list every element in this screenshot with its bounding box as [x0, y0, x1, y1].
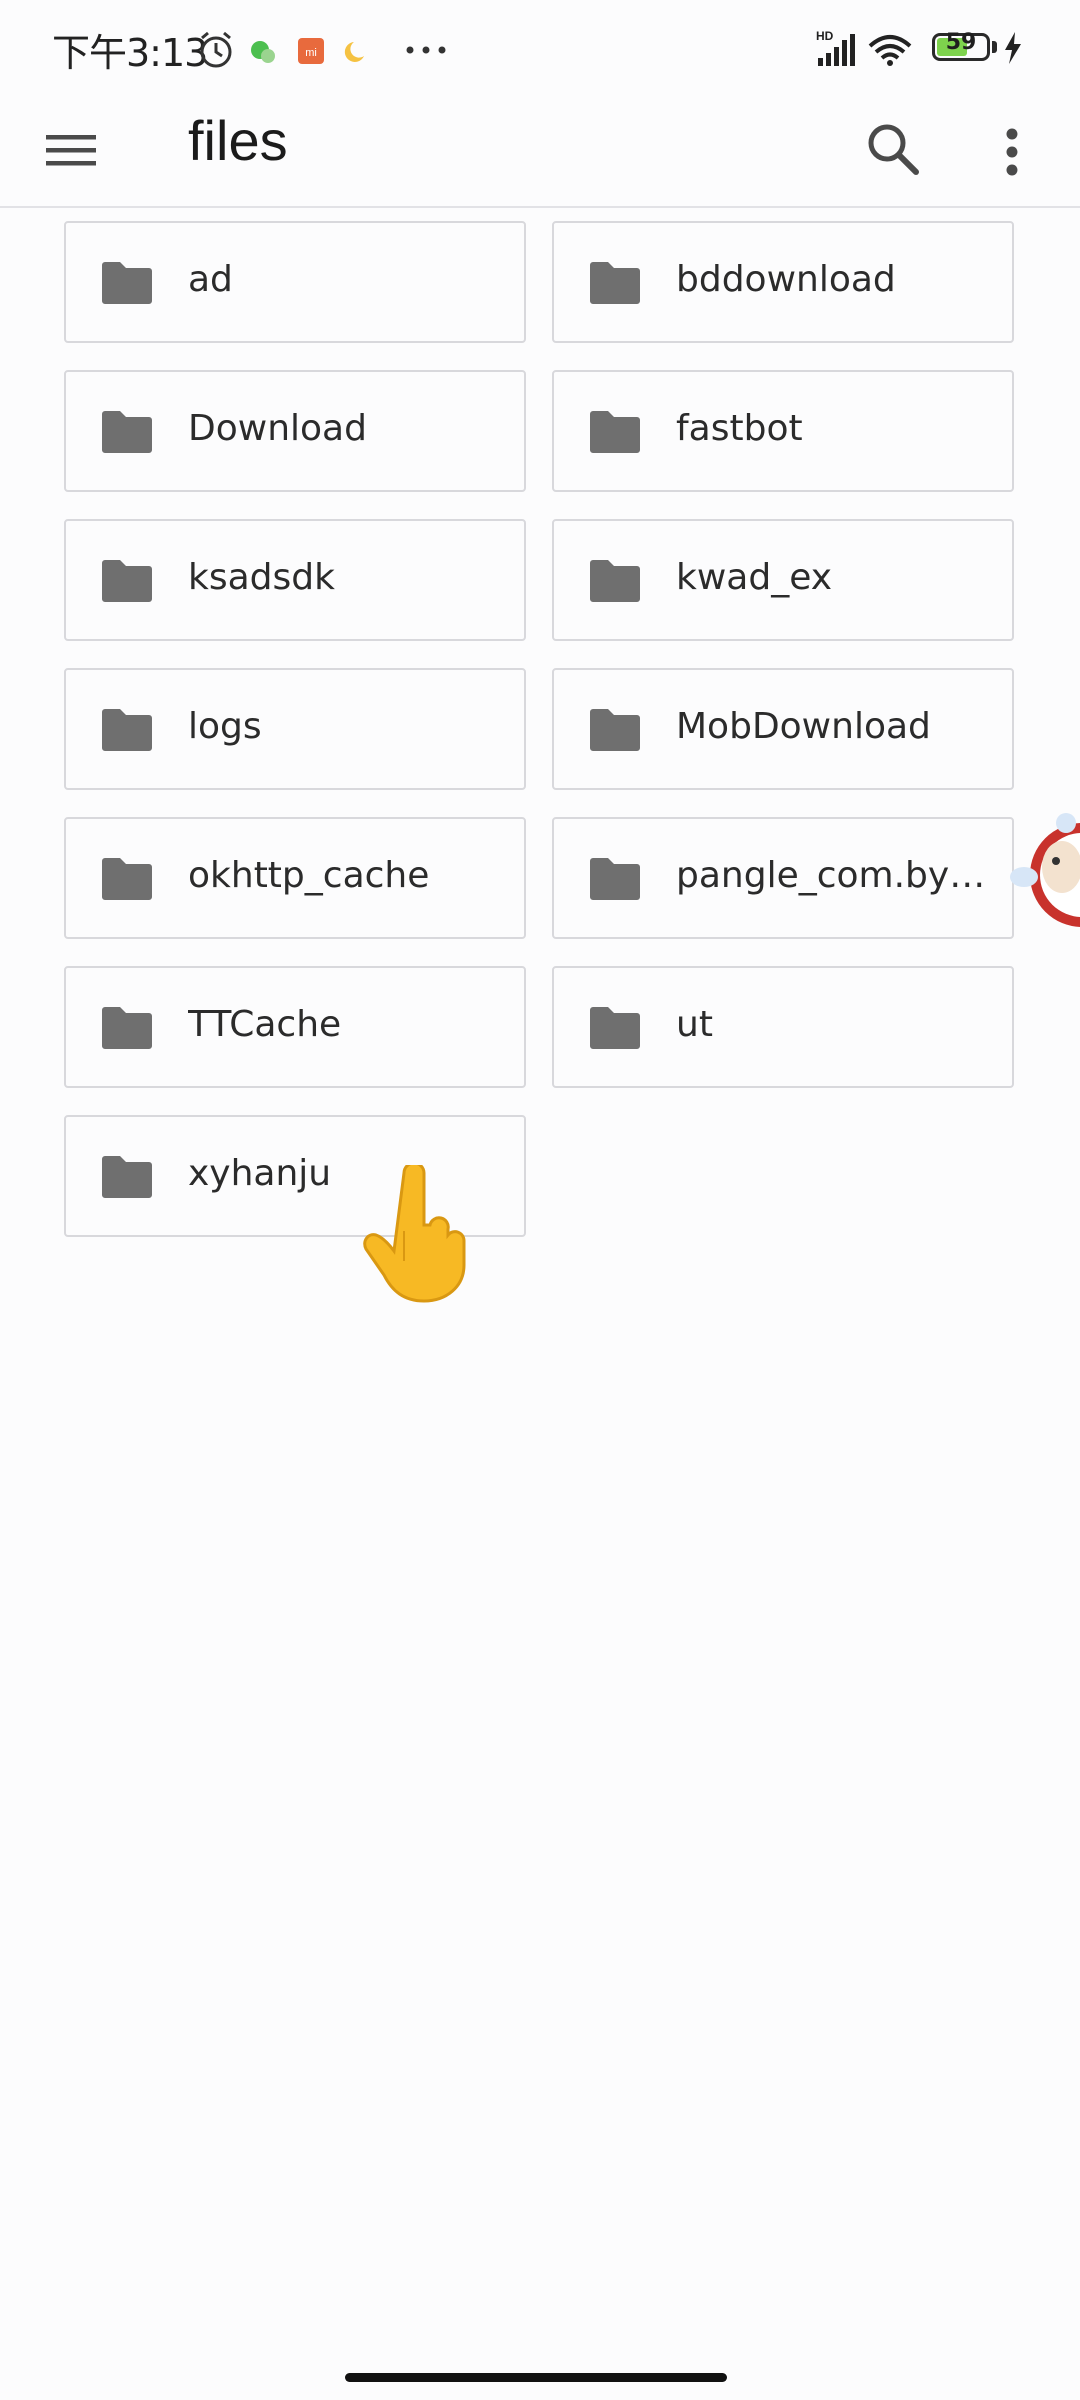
battery-level-text: 59 — [945, 30, 977, 55]
folder-name: Download — [188, 408, 367, 449]
folder-item-pangle[interactable]: pangle_com.byt… — [552, 817, 1014, 939]
app-bar: files — [0, 96, 1080, 208]
folder-icon — [590, 262, 640, 304]
connectivity-icons: HD — [816, 29, 912, 66]
home-indicator[interactable] — [345, 2373, 727, 2382]
folder-name: kwad_ex — [676, 557, 833, 598]
hamburger-menu-icon[interactable] — [44, 116, 102, 180]
folder-icon — [102, 709, 152, 751]
folder-name: pangle_com.byt… — [676, 855, 996, 896]
mi-app-icon: mi — [298, 38, 324, 64]
folder-icon — [590, 1007, 640, 1049]
folder-item-ut[interactable]: ut — [552, 966, 1014, 1088]
folder-item-ttcache[interactable]: TTCache — [64, 966, 526, 1088]
search-icon[interactable] — [860, 112, 924, 184]
folder-icon — [102, 1156, 152, 1198]
folder-name: ksadsdk — [188, 557, 335, 598]
folder-item-kwad-ex[interactable]: kwad_ex — [552, 519, 1014, 641]
svg-text:HD: HD — [816, 29, 834, 43]
hd-signal-icon: HD — [816, 29, 855, 66]
battery-icon: 59 — [932, 30, 990, 61]
alarm-icon — [200, 31, 232, 68]
battery-tip — [992, 41, 997, 53]
folder-item-ad[interactable]: ad — [64, 221, 526, 343]
file-browser-screen: 下午3:13 mi HD 59 files ad bddownload Down… — [0, 0, 1080, 2400]
pointing-hand-icon — [363, 1165, 466, 1303]
folder-item-download[interactable]: Download — [64, 370, 526, 492]
more-vert-icon[interactable] — [990, 112, 1034, 184]
folder-name: ut — [676, 1004, 713, 1045]
more-dots-icon — [406, 46, 446, 54]
wechat-icon — [251, 41, 275, 63]
svg-text:mi: mi — [305, 47, 317, 59]
folder-icon — [590, 411, 640, 453]
folder-name: TTCache — [188, 1004, 342, 1045]
folder-item-mobdownload[interactable]: MobDownload — [552, 668, 1014, 790]
folder-name: MobDownload — [676, 706, 931, 747]
folder-item-fastbot[interactable]: fastbot — [552, 370, 1014, 492]
status-bar: 下午3:13 mi HD 59 — [0, 0, 1080, 96]
folder-name: ad — [188, 259, 233, 300]
folder-name: okhttp_cache — [188, 855, 430, 896]
floating-assistant-icon[interactable] — [1010, 805, 1080, 945]
status-time: 下午3:13 — [52, 31, 208, 75]
folder-item-ksadsdk[interactable]: ksadsdk — [64, 519, 526, 641]
folder-icon — [102, 1007, 152, 1049]
moon-icon — [344, 42, 364, 62]
folder-name: logs — [188, 706, 262, 747]
folder-item-bddownload[interactable]: bddownload — [552, 221, 1014, 343]
folder-icon — [102, 560, 152, 602]
folder-item-okhttp-cache[interactable]: okhttp_cache — [64, 817, 526, 939]
folder-icon — [102, 411, 152, 453]
notification-icons: mi — [200, 31, 364, 68]
folder-name: fastbot — [676, 408, 803, 449]
page-title: files — [188, 109, 288, 172]
folder-icon — [102, 858, 152, 900]
charging-icon — [1005, 32, 1021, 64]
folder-icon — [102, 262, 152, 304]
folder-icon — [590, 709, 640, 751]
folder-name: bddownload — [676, 259, 896, 300]
wifi-icon — [868, 35, 912, 66]
folder-icon — [590, 560, 640, 602]
folder-item-logs[interactable]: logs — [64, 668, 526, 790]
folder-icon — [590, 858, 640, 900]
